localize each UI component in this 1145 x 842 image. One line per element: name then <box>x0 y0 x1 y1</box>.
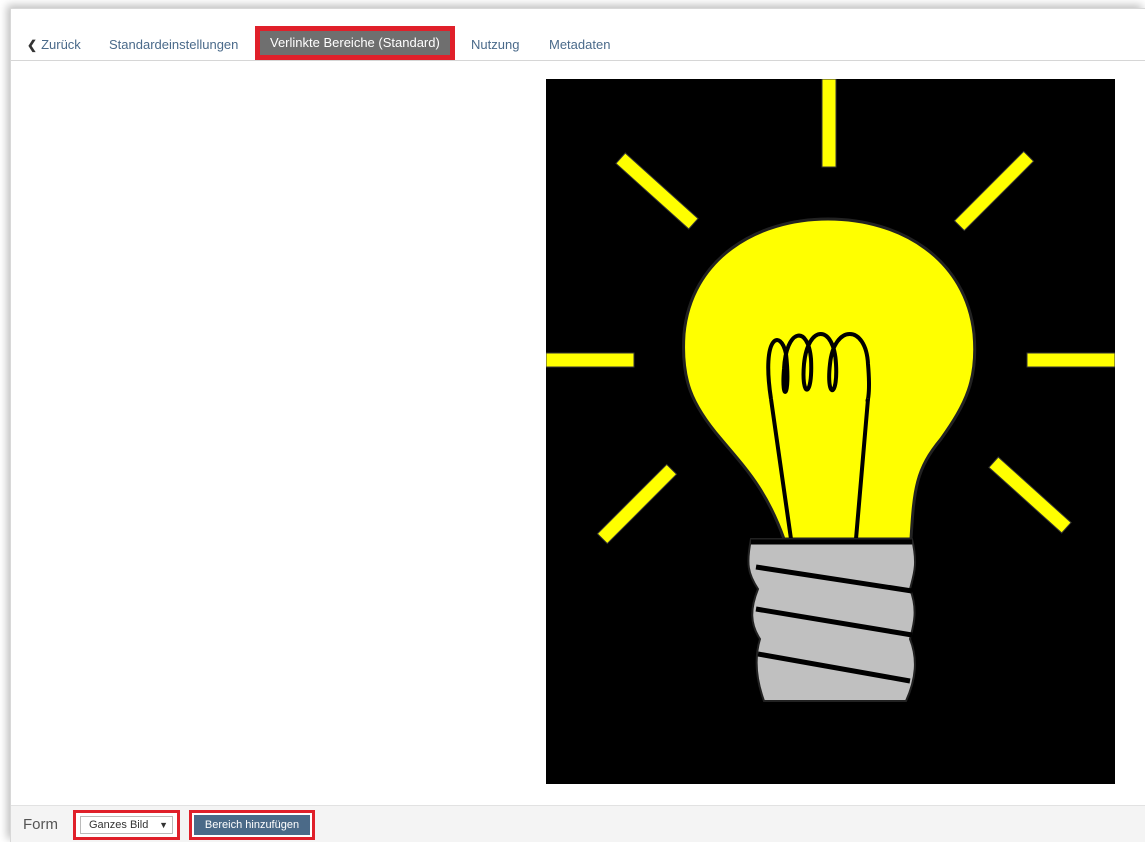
tab-bar: ❮ Zurück Standardeinstellungen Verlinkte … <box>11 26 1145 61</box>
shape-select-value: Ganzes Bild <box>89 819 149 831</box>
tab-usage[interactable]: Nutzung <box>471 33 519 57</box>
editor-frame: ❮ Zurück Standardeinstellungen Verlinkte … <box>10 8 1145 842</box>
shape-select[interactable]: Ganzes Bild ▼ <box>80 816 173 834</box>
image-canvas[interactable] <box>545 78 1116 784</box>
back-label: Zurück <box>41 37 81 52</box>
add-area-highlight: Bereich hinzufügen <box>189 810 315 840</box>
tab-linked-areas[interactable]: Verlinkte Bereiche (Standard) <box>255 26 455 60</box>
add-area-button[interactable]: Bereich hinzufügen <box>194 815 310 835</box>
back-link[interactable]: ❮ Zurück <box>27 33 81 57</box>
shape-select-highlight: Ganzes Bild ▼ <box>73 810 180 840</box>
footer-toolbar: Form Ganzes Bild ▼ Bereich hinzufügen <box>11 805 1145 842</box>
form-label: Form <box>23 816 58 833</box>
tab-standard-settings[interactable]: Standardeinstellungen <box>109 33 238 57</box>
dropdown-arrow-icon: ▼ <box>159 820 168 830</box>
chevron-left-icon: ❮ <box>27 38 38 52</box>
lightbulb-icon <box>545 78 1116 784</box>
tab-metadata[interactable]: Metadaten <box>549 33 610 57</box>
